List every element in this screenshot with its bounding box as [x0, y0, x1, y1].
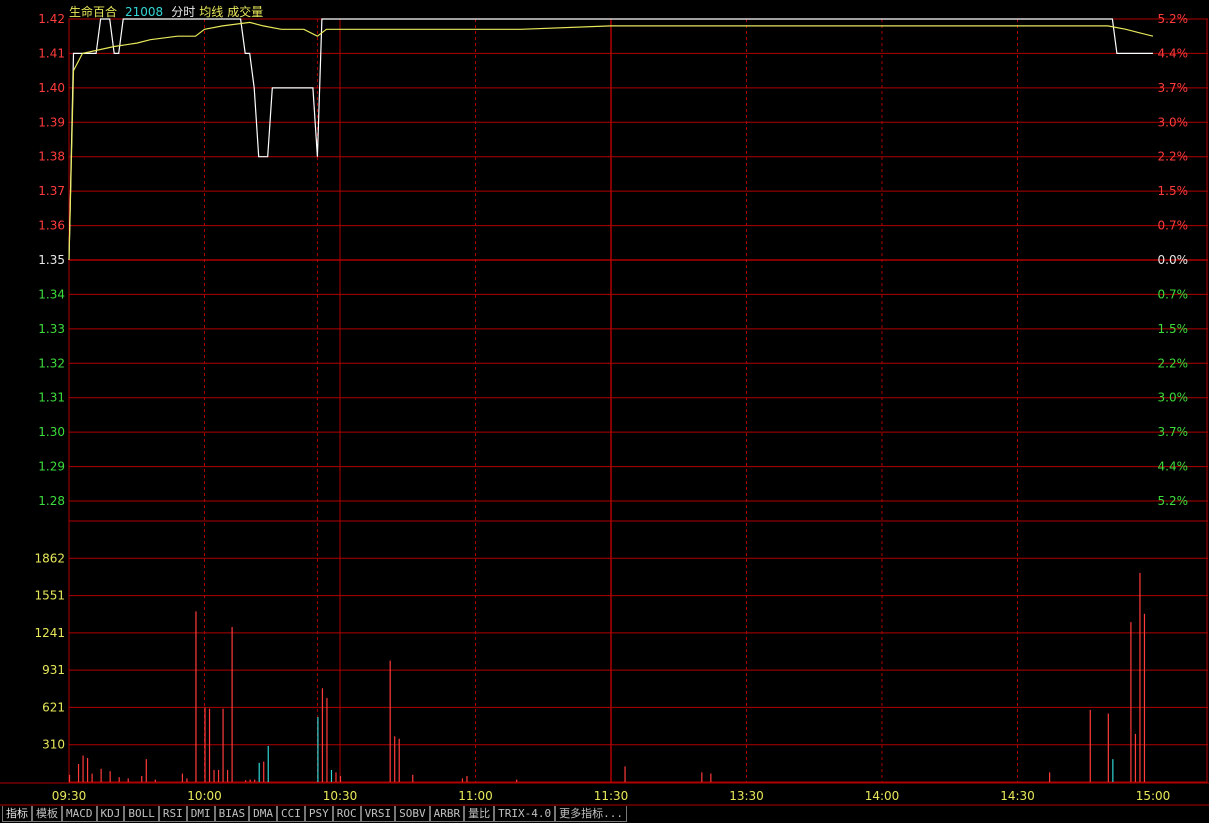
- time-tick-label: 10:30: [323, 789, 358, 803]
- price-tick-label: 1.31: [38, 391, 65, 405]
- indicator-tab[interactable]: 模板: [32, 806, 62, 822]
- percent-tick-label: 0.7%: [1158, 287, 1189, 301]
- percent-tick-label: 0.0%: [1158, 253, 1189, 267]
- indicator-tab[interactable]: DMI: [186, 806, 215, 822]
- indicator-tab[interactable]: CCI: [277, 806, 305, 822]
- volume-tick-label: 621: [42, 700, 65, 714]
- percent-tick-label: 1.5%: [1158, 184, 1189, 198]
- percent-tick-label: 2.2%: [1158, 150, 1189, 164]
- time-tick-label: 11:30: [594, 789, 629, 803]
- price-tick-label: 1.28: [38, 494, 65, 508]
- time-tick-label: 15:00: [1136, 789, 1171, 803]
- indicator-tab[interactable]: 量比: [464, 806, 495, 822]
- indicator-tab[interactable]: RSI: [158, 806, 187, 822]
- volume-axis: 1862 1551 1241 931 621 310: [34, 551, 65, 751]
- indicator-tab[interactable]: 更多指标...: [555, 806, 627, 822]
- percent-tick-label: 0.7%: [1158, 219, 1189, 233]
- intraday-chart[interactable]: 1.42 1.41 1.40 1.39 1.38 1.37 1.36 1.35 1.34 1.33…: [0, 0, 1209, 823]
- indicator-tab[interactable]: BOLL: [124, 806, 159, 822]
- indicator-tab[interactable]: 指标: [2, 806, 32, 822]
- price-tick-label: 1.33: [38, 322, 65, 336]
- percent-tick-label: 3.0%: [1158, 391, 1189, 405]
- percent-tick-label: 1.5%: [1158, 322, 1189, 336]
- indicator-tab[interactable]: DMA: [249, 806, 277, 822]
- indicator-tab[interactable]: TRIX-4.0: [494, 806, 556, 822]
- price-tick-label: 1.32: [38, 356, 65, 370]
- indicator-tab[interactable]: BIAS: [214, 806, 250, 822]
- indicator-tab[interactable]: ROC: [332, 806, 361, 822]
- price-tick-label: 1.41: [38, 46, 65, 60]
- indicator-tab-bar: 指标 模板 MACD KDJ BOLL RSI DMI BIAS DMA CCI PSY ROC VRS…: [2, 806, 627, 822]
- price-axis: 1.42 1.41 1.40 1.39 1.38 1.37 1.36 1.35 1.34 1.33…: [38, 12, 65, 508]
- indicator-tab[interactable]: KDJ: [96, 806, 125, 822]
- price-tick-label: 1.29: [38, 460, 65, 474]
- volume-tick-label: 1862: [34, 551, 65, 565]
- time-tick-label: 11:00: [458, 789, 493, 803]
- percent-tick-label: 3.7%: [1158, 81, 1189, 95]
- indicator-tab[interactable]: MACD: [62, 806, 97, 822]
- indicator-tab[interactable]: PSY: [304, 806, 333, 822]
- price-tick-label: 1.42: [38, 12, 65, 26]
- percent-tick-label: 3.7%: [1158, 425, 1189, 439]
- time-tick-label: 14:30: [1000, 789, 1035, 803]
- indicator-tab[interactable]: SOBV: [395, 806, 430, 822]
- volume-tick-label: 310: [42, 738, 65, 752]
- percent-tick-label: 4.4%: [1158, 46, 1189, 60]
- volume-tick-label: 1241: [34, 626, 65, 640]
- volume-bars: [68, 572, 1146, 782]
- price-tick-label: 1.34: [38, 287, 65, 301]
- price-tick-label: 1.37: [38, 184, 65, 198]
- percent-tick-label: 3.0%: [1158, 115, 1189, 129]
- price-tick-label: 1.38: [38, 150, 65, 164]
- price-tick-label: 1.30: [38, 425, 65, 439]
- price-tick-label: 1.40: [38, 81, 65, 95]
- percent-tick-label: 4.4%: [1158, 460, 1189, 474]
- time-tick-label: 13:30: [729, 789, 764, 803]
- price-tick-label: 1.39: [38, 115, 65, 129]
- time-tick-label: 10:00: [187, 789, 222, 803]
- chart-frame: [68, 18, 1208, 783]
- percent-tick-label: 5.2%: [1158, 494, 1189, 508]
- indicator-tab[interactable]: ARBR: [429, 806, 465, 822]
- time-axis: 09:30 10:00 10:30 11:00 11:30 13:30 14:00 14:30…: [52, 789, 1171, 803]
- percent-axis: 5.2% 4.4% 3.7% 3.0% 2.2% 1.5% 0.7% 0.0% 0.7% 1.5%…: [1158, 12, 1189, 508]
- time-tick-label: 09:30: [52, 789, 87, 803]
- volume-tick-label: 931: [42, 663, 65, 677]
- percent-tick-label: 2.2%: [1158, 356, 1189, 370]
- price-tick-label: 1.36: [38, 219, 65, 233]
- price-tick-label: 1.35: [38, 253, 65, 267]
- chart-grid: [0, 18, 1209, 806]
- indicator-tab[interactable]: VRSI: [360, 806, 396, 822]
- time-tick-label: 14:00: [865, 789, 900, 803]
- percent-tick-label: 5.2%: [1158, 12, 1189, 26]
- volume-tick-label: 1551: [34, 589, 65, 603]
